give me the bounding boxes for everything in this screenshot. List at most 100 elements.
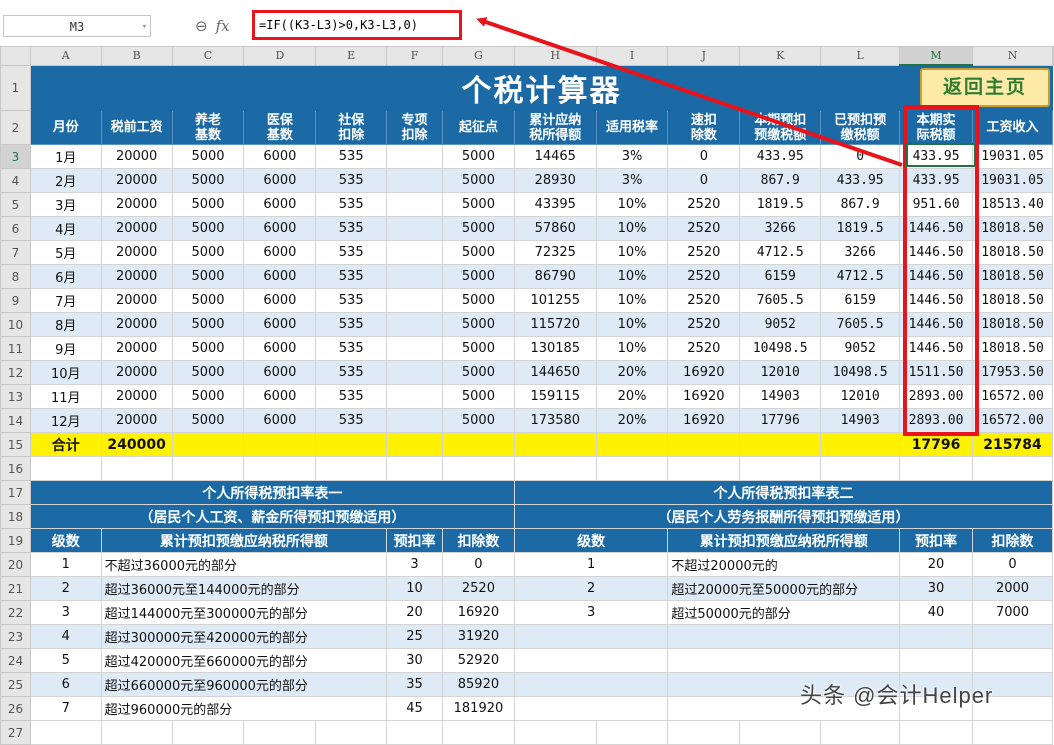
data-cell[interactable]: 3%: [595, 168, 669, 193]
data-cell[interactable]: 1月: [29, 144, 102, 169]
data-cell[interactable]: 11月: [29, 384, 102, 409]
data-cell[interactable]: 4月: [29, 216, 102, 241]
data-cell[interactable]: 0: [667, 144, 741, 169]
chevron-down-icon[interactable]: ▾: [142, 16, 147, 38]
data-cell[interactable]: 3266: [739, 216, 822, 241]
rate-table-1-subtitle[interactable]: （居民个人工资、薪金所得预扣预缴适用）: [29, 504, 515, 529]
data-cell[interactable]: 5000: [442, 192, 515, 217]
data-cell[interactable]: 19031.05: [972, 168, 1053, 193]
cell[interactable]: [513, 432, 597, 457]
rate-cell[interactable]: 30: [899, 576, 973, 601]
data-cell[interactable]: 1446.50: [899, 240, 973, 265]
rate-cell[interactable]: 2520: [442, 576, 515, 601]
data-cell[interactable]: 20%: [595, 384, 669, 409]
data-cell[interactable]: 5000: [442, 336, 515, 361]
data-cell[interactable]: 0: [820, 144, 901, 169]
rate-cell[interactable]: 超过36000元至144000元的部分: [100, 576, 388, 601]
data-cell[interactable]: 10498.5: [739, 336, 822, 361]
data-cell[interactable]: 535: [315, 288, 388, 313]
cell[interactable]: [171, 720, 245, 745]
data-cell[interactable]: 14465: [513, 144, 597, 169]
row-header[interactable]: 3: [0, 144, 31, 169]
data-cell[interactable]: [386, 192, 444, 217]
data-cell[interactable]: 1446.50: [899, 288, 973, 313]
data-cell[interactable]: 2520: [667, 192, 741, 217]
column-header[interactable]: I: [595, 46, 669, 66]
rate-cell[interactable]: 不超过36000元的部分: [100, 552, 388, 577]
data-cell[interactable]: 6000: [243, 168, 317, 193]
rate-cell[interactable]: 2000: [972, 576, 1053, 601]
column-title[interactable]: 税前工资: [100, 110, 173, 145]
cell[interactable]: [972, 720, 1053, 745]
cell[interactable]: [100, 720, 173, 745]
data-cell[interactable]: 19031.05: [972, 144, 1053, 169]
column-header[interactable]: M: [899, 46, 973, 66]
data-cell[interactable]: 9052: [820, 336, 901, 361]
rate-cell[interactable]: 2: [513, 576, 669, 601]
row-header[interactable]: 25: [0, 672, 31, 697]
data-cell[interactable]: 867.9: [820, 192, 901, 217]
cell[interactable]: [442, 456, 515, 481]
data-cell[interactable]: 17796: [739, 408, 822, 433]
data-cell[interactable]: 10%: [595, 216, 669, 241]
rate-header[interactable]: 级数: [513, 528, 669, 553]
formula-input[interactable]: =IF((K3-L3)>0,K3-L3,0): [252, 10, 462, 40]
data-cell[interactable]: 6000: [243, 144, 317, 169]
data-cell[interactable]: 5000: [442, 168, 515, 193]
data-cell[interactable]: 20000: [100, 144, 173, 169]
data-cell[interactable]: 433.95: [820, 168, 901, 193]
data-cell[interactable]: 72325: [513, 240, 597, 265]
column-header[interactable]: C: [171, 46, 245, 66]
data-cell[interactable]: 951.60: [899, 192, 973, 217]
data-cell[interactable]: [386, 288, 444, 313]
data-cell[interactable]: 535: [315, 264, 388, 289]
cell[interactable]: [513, 456, 597, 481]
cell[interactable]: [595, 432, 669, 457]
rate-cell[interactable]: 不超过20000元的: [667, 552, 901, 577]
data-cell[interactable]: 18018.50: [972, 264, 1053, 289]
rate-cell[interactable]: 5: [29, 648, 102, 673]
rate-cell[interactable]: 35: [386, 672, 444, 697]
column-title[interactable]: 月份: [29, 110, 102, 145]
row-header[interactable]: 2: [0, 110, 31, 145]
cell[interactable]: [442, 432, 515, 457]
data-cell[interactable]: 5000: [442, 288, 515, 313]
rate-header[interactable]: 扣除数: [972, 528, 1053, 553]
rate-cell[interactable]: 1: [513, 552, 669, 577]
row-header[interactable]: 24: [0, 648, 31, 673]
data-cell[interactable]: 3%: [595, 144, 669, 169]
cell[interactable]: [595, 456, 669, 481]
data-cell[interactable]: 6000: [243, 336, 317, 361]
data-cell[interactable]: 6000: [243, 264, 317, 289]
data-cell[interactable]: 18018.50: [972, 312, 1053, 337]
cell[interactable]: [315, 720, 388, 745]
data-cell[interactable]: 535: [315, 192, 388, 217]
data-cell[interactable]: 1446.50: [899, 312, 973, 337]
cell[interactable]: [972, 456, 1053, 481]
data-cell[interactable]: 6000: [243, 216, 317, 241]
data-cell[interactable]: [386, 384, 444, 409]
rate-cell[interactable]: 20: [386, 600, 444, 625]
cell[interactable]: [386, 720, 444, 745]
data-cell[interactable]: 16920: [667, 408, 741, 433]
data-cell[interactable]: [386, 216, 444, 241]
rate-cell[interactable]: 45: [386, 696, 444, 721]
cell[interactable]: [899, 720, 973, 745]
column-title[interactable]: 速扣 除数: [667, 110, 741, 145]
rate-cell[interactable]: 40: [899, 600, 973, 625]
data-cell[interactable]: 0: [667, 168, 741, 193]
cell[interactable]: [29, 720, 102, 745]
data-cell[interactable]: [386, 168, 444, 193]
data-cell[interactable]: 20000: [100, 240, 173, 265]
column-title[interactable]: 起征点: [442, 110, 515, 145]
column-header[interactable]: A: [29, 46, 102, 66]
total-label[interactable]: 合计: [29, 432, 102, 457]
data-cell[interactable]: 535: [315, 408, 388, 433]
data-cell[interactable]: 10%: [595, 312, 669, 337]
row-header[interactable]: 16: [0, 456, 31, 481]
data-cell[interactable]: 20%: [595, 408, 669, 433]
rate-header[interactable]: 累计预扣预缴应纳税所得额: [667, 528, 901, 553]
data-cell[interactable]: 5000: [171, 264, 245, 289]
data-cell[interactable]: 6月: [29, 264, 102, 289]
cell[interactable]: [820, 432, 901, 457]
